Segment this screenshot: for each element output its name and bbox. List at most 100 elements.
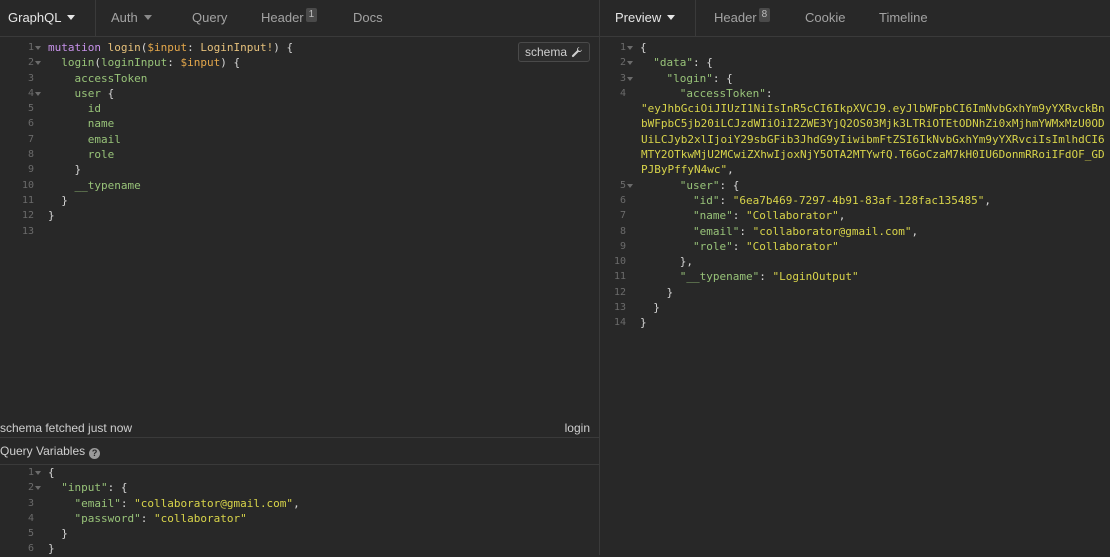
code-line: 8 "email": "collaborator@gmail.com",	[600, 224, 1110, 239]
fold-icon[interactable]	[627, 183, 633, 188]
chevron-down-icon	[67, 15, 76, 20]
tab-timeline-label: Timeline	[879, 10, 928, 25]
line-number: 1	[27, 42, 34, 53]
tab-cookie[interactable]: Cookie	[805, 0, 845, 36]
json-string: "LoginOutput"	[772, 270, 859, 284]
code-line: 4 "password": "collaborator"	[0, 511, 599, 526]
json-string: "collaborator@gmail.com"	[134, 496, 294, 510]
schema-status: schema fetched just now	[0, 421, 133, 435]
line-number: 11	[613, 271, 626, 283]
json-key: "name"	[692, 209, 733, 223]
chevron-down-icon	[667, 15, 676, 20]
code-line: 9 "role": "Collaborator"	[600, 239, 1110, 254]
access-token-value: "eyJhbGciOiJIUzI1NiIsInR5cCI6IkpXVCJ9.ey…	[641, 102, 1105, 177]
code-line: 7 "name": "Collaborator",	[600, 208, 1110, 223]
response-tabbar: Preview Header 8 Cookie Timeline	[600, 0, 1110, 37]
field-name: id	[87, 102, 101, 116]
line-number: 12	[21, 210, 34, 222]
line-number: 10	[21, 179, 34, 191]
tab-docs[interactable]: Docs	[353, 0, 383, 36]
code-line: 6}	[0, 541, 599, 556]
schema-button[interactable]: schema	[518, 42, 591, 62]
line-number: 12	[613, 286, 626, 298]
variable-name: $input	[180, 56, 221, 70]
request-pane: GraphQL Auth Query Header 1 Docs 1 mutatio…	[0, 0, 599, 555]
field-name: role	[87, 148, 115, 162]
json-key: "login"	[666, 71, 713, 85]
line-number: 9	[27, 164, 34, 176]
fold-icon[interactable]	[627, 76, 633, 81]
code-line: 12 }	[600, 285, 1110, 300]
code-line: 5 id	[0, 101, 599, 116]
fold-icon[interactable]	[35, 471, 41, 475]
tab-preview[interactable]: Preview	[615, 0, 676, 36]
variables-editor[interactable]: 1{ 2 "input": { 3 "email": "collaborator…	[0, 465, 599, 557]
operation-name: login	[107, 41, 141, 54]
line-number: 2	[27, 482, 34, 494]
schema-button-label: schema	[525, 45, 568, 59]
code-line: 10 __typename	[0, 178, 599, 193]
line-number: 10	[613, 256, 626, 268]
fold-icon[interactable]	[35, 61, 41, 66]
request-tabbar: GraphQL Auth Query Header 1 Docs	[0, 0, 599, 37]
operation-name-status: login	[564, 421, 590, 435]
line-number: 5	[27, 528, 34, 540]
tab-graphql-label: GraphQL	[8, 10, 62, 25]
line-number: 6	[27, 543, 34, 555]
tab-response-header[interactable]: Header 8	[714, 0, 771, 36]
json-string: "Collaborator"	[745, 209, 839, 223]
line-number: 4	[619, 87, 626, 99]
tab-auth[interactable]: Auth	[111, 0, 152, 36]
line-number: 5	[619, 179, 626, 191]
line-number: 13	[21, 225, 34, 237]
line-number: 9	[619, 240, 626, 252]
json-key: "email"	[74, 496, 121, 510]
query-editor[interactable]: 1 mutation login($input: LoginInput!) { 2…	[0, 40, 599, 239]
fold-icon[interactable]	[627, 46, 633, 50]
line-number: 7	[27, 133, 34, 145]
line-number: 8	[619, 225, 626, 237]
line-number: 3	[27, 72, 34, 84]
line-number: 4	[27, 512, 34, 524]
code-line: 8 role	[0, 147, 599, 162]
tab-query[interactable]: Query	[192, 0, 227, 36]
line-number: 2	[619, 57, 626, 69]
code-line: 14}	[600, 315, 1110, 330]
fold-icon[interactable]	[35, 91, 41, 96]
tab-graphql[interactable]: GraphQL	[8, 0, 76, 36]
response-viewer[interactable]: 1{ 2 "data": { 3 "login": { 4 "accessTok…	[600, 40, 1110, 331]
code-line: 2 "data": {	[600, 55, 1110, 70]
chevron-down-icon	[143, 15, 152, 20]
json-string: "6ea7b469-7297-4b91-83af-128fac135485"	[732, 193, 985, 207]
tab-query-label: Query	[192, 10, 228, 25]
json-key: "password"	[74, 511, 141, 525]
tab-header[interactable]: Header 1	[261, 0, 318, 36]
code-line: 12}	[0, 208, 599, 223]
code-line: 13 }	[600, 300, 1110, 315]
code-line: 7 email	[0, 132, 599, 147]
argument-name: loginInput	[101, 56, 168, 70]
code-line: 9 }	[0, 162, 599, 177]
code-line: 2 login(loginInput: $input) {	[0, 55, 599, 70]
line-number: 5	[27, 103, 34, 115]
json-string: "collaborator"	[153, 511, 247, 525]
tab-auth-label: Auth	[111, 10, 138, 25]
query-variables-header: Query Variables?	[0, 437, 599, 465]
line-number: 3	[27, 497, 34, 509]
json-key: "__typename"	[679, 270, 760, 284]
json-string: "Collaborator"	[745, 239, 839, 253]
json-key: "role"	[692, 239, 733, 253]
fold-icon[interactable]	[35, 486, 41, 491]
json-key: "data"	[653, 56, 693, 70]
field-name: accessToken	[74, 71, 148, 85]
help-icon[interactable]: ?	[89, 448, 101, 459]
code-line: 3 accessToken	[0, 71, 599, 86]
keyword: mutation	[48, 41, 101, 54]
line-number: 4	[27, 87, 34, 99]
header-count-badge: 1	[305, 8, 318, 22]
code-line: 13	[0, 224, 599, 239]
tab-timeline[interactable]: Timeline	[879, 0, 928, 36]
fold-icon[interactable]	[627, 61, 633, 66]
fold-icon[interactable]	[35, 46, 41, 50]
code-line-wrapped: "eyJhbGciOiJIUzI1NiIsInR5cCI6IkpXVCJ9.ey…	[600, 101, 1110, 178]
